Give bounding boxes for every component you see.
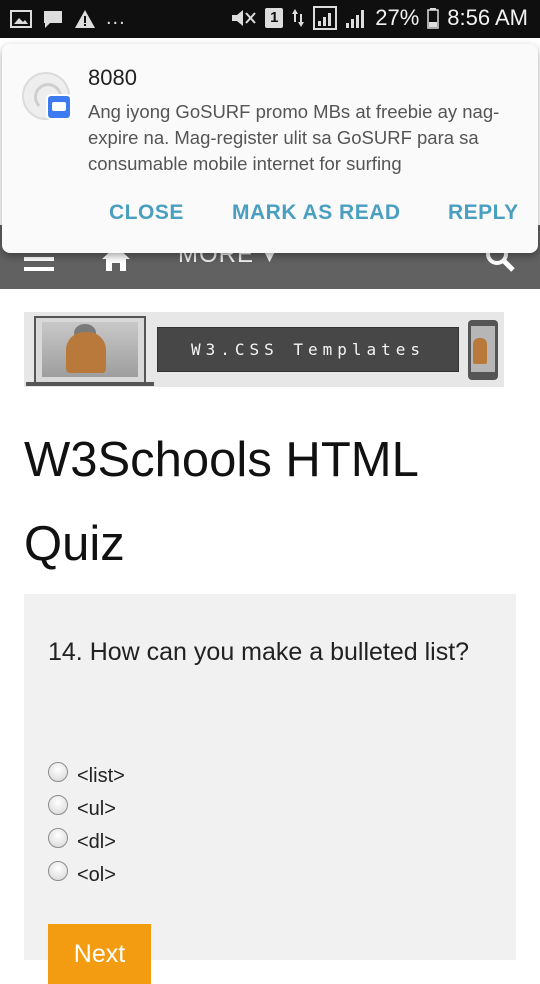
reply-button[interactable]: REPLY xyxy=(448,201,519,225)
answer-option-1[interactable]: <list> xyxy=(48,760,125,793)
radio-button[interactable] xyxy=(48,827,68,848)
radio-button[interactable] xyxy=(48,794,68,815)
status-bar-system: 1 27% 8:56 AM xyxy=(229,5,528,31)
notification-message: Ang iyong GoSURF promo MBs at freebie ay… xyxy=(88,101,500,174)
answer-option-3[interactable]: <dl> xyxy=(48,826,125,859)
signal-box-icon xyxy=(313,6,338,30)
answer-label: <ul> xyxy=(77,798,116,820)
notification-sender: 8080 xyxy=(88,65,137,90)
next-button[interactable]: Next xyxy=(48,924,151,984)
image-notification-icon xyxy=(10,9,32,28)
radio-button[interactable] xyxy=(48,860,68,881)
signal-strength-icon xyxy=(346,10,365,28)
banner-text: W3.CSS Templates xyxy=(157,327,459,372)
laptop-illustration xyxy=(34,316,146,385)
w3css-templates-banner[interactable]: W3.CSS Templates xyxy=(24,312,504,387)
quiz-panel: 14. How can you make a bulleted list? <l… xyxy=(24,594,516,984)
answer-label: <list> xyxy=(77,765,125,787)
messages-app-icon xyxy=(46,94,72,120)
more-notifications-indicator: ... xyxy=(106,7,126,29)
message-notification-icon xyxy=(44,10,62,28)
answer-label: <dl> xyxy=(77,831,116,853)
answer-label: <ol> xyxy=(77,864,116,886)
answer-option-4[interactable]: <ol> xyxy=(48,859,125,892)
battery-icon xyxy=(427,8,440,29)
answer-option-2[interactable]: <ul> xyxy=(48,793,125,826)
data-transfer-icon xyxy=(292,9,305,27)
status-bar-notifications: ... xyxy=(10,7,126,30)
laptop-base xyxy=(26,382,154,386)
sms-notification-card[interactable]: 8080 Ang iyong GoSURF promo MBs at freeb… xyxy=(2,44,538,253)
close-button[interactable]: CLOSE xyxy=(109,201,184,225)
notification-actions: CLOSE MARK AS READ REPLY xyxy=(2,201,538,231)
radio-button[interactable] xyxy=(48,761,68,782)
answer-options: <list> <ul> <dl> <ol> xyxy=(48,760,125,892)
mark-as-read-button[interactable]: MARK AS READ xyxy=(232,201,401,225)
battery-percent: 27% xyxy=(375,5,420,30)
mute-icon xyxy=(232,10,256,26)
quiz-question: 14. How can you make a bulleted list? xyxy=(48,638,470,666)
warning-notification-icon xyxy=(75,9,95,28)
sim-badge: 1 xyxy=(265,8,284,28)
phone-illustration xyxy=(468,320,498,380)
status-bar: ... 1 27% 8:56 AM xyxy=(0,0,540,38)
clock: 8:56 AM xyxy=(447,5,528,30)
page-title: W3Schools HTML Quiz xyxy=(24,433,418,571)
